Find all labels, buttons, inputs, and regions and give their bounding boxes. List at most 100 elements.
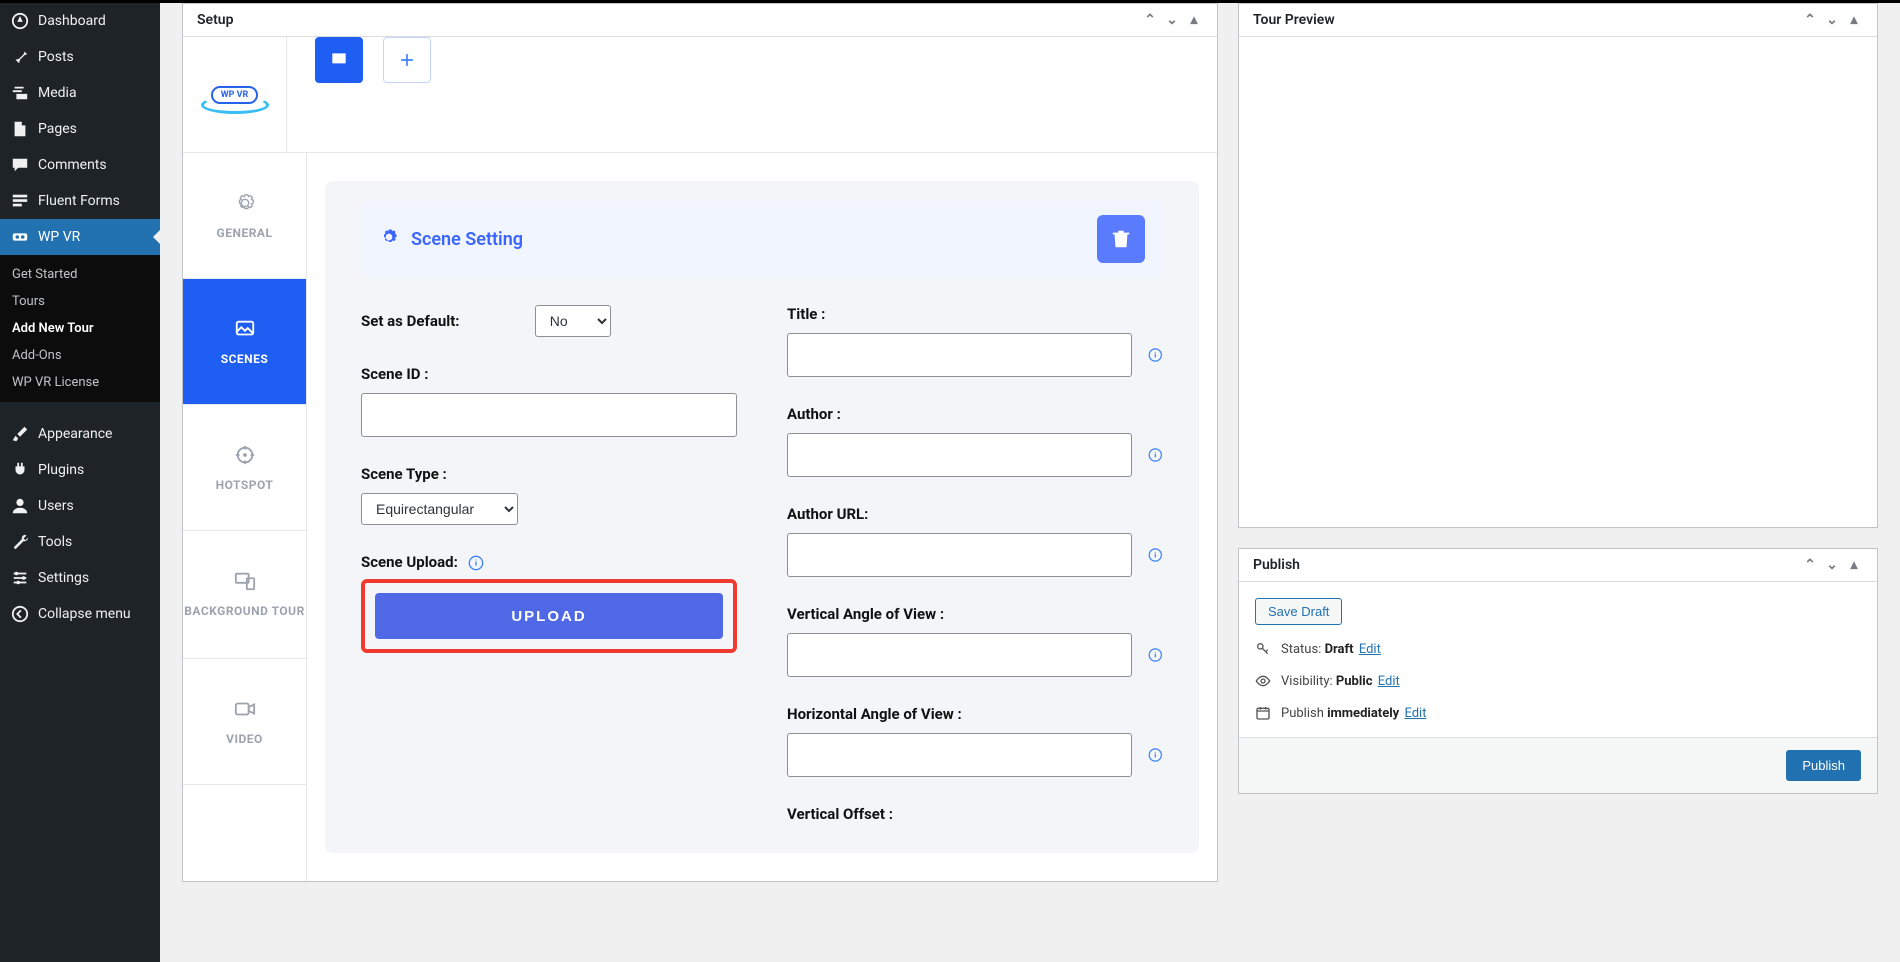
info-icon[interactable]: [468, 555, 484, 571]
form-icon: [10, 191, 30, 211]
publish-button[interactable]: Publish: [1786, 750, 1861, 781]
submenu-license[interactable]: WP VR License: [0, 369, 160, 396]
author-url-input[interactable]: [787, 533, 1132, 577]
tour-preview-title: Tour Preview: [1253, 12, 1335, 28]
sidebar-item-tools[interactable]: Tools: [0, 524, 160, 560]
admin-sidebar: Dashboard Posts Media Pages Comments Flu…: [0, 3, 160, 962]
delete-scene-button[interactable]: [1097, 215, 1145, 263]
sidebar-item-wpvr[interactable]: WP VR: [0, 219, 160, 255]
sidebar-item-collapse[interactable]: Collapse menu: [0, 596, 160, 632]
plug-icon: [10, 460, 30, 480]
title-input[interactable]: [787, 333, 1132, 377]
submenu-tours[interactable]: Tours: [0, 288, 160, 315]
sidebar-item-label: Dashboard: [38, 13, 106, 29]
panel-toggle-icon[interactable]: ▴: [1845, 557, 1863, 573]
vangle-label: Vertical Angle of View :: [787, 605, 1163, 623]
panel-up-icon[interactable]: ⌃: [1801, 12, 1819, 28]
panel-down-icon[interactable]: ⌄: [1163, 12, 1181, 28]
scene-type-select[interactable]: Equirectangular: [361, 493, 518, 525]
sidebar-item-label: Media: [38, 85, 77, 101]
scene-id-label: Scene ID :: [361, 365, 737, 383]
status-label: Status:: [1281, 642, 1321, 657]
vangle-input[interactable]: [787, 633, 1132, 677]
strip-label: BACKGROUND TOUR: [184, 604, 305, 620]
scene-type-label: Scene Type :: [361, 465, 737, 483]
hangle-input[interactable]: [787, 733, 1132, 777]
info-icon[interactable]: [1148, 447, 1163, 463]
pin-icon: [10, 47, 30, 67]
submenu-addons[interactable]: Add-Ons: [0, 342, 160, 369]
tour-preview-body: [1239, 37, 1877, 527]
default-label: Set as Default:: [361, 312, 460, 330]
edit-status-link[interactable]: Edit: [1359, 642, 1381, 657]
hangle-label: Horizontal Angle of View :: [787, 705, 1163, 723]
info-icon[interactable]: [1148, 747, 1163, 763]
scene-tab-button[interactable]: [315, 37, 363, 83]
panel-down-icon[interactable]: ⌄: [1823, 557, 1841, 573]
author-input[interactable]: [787, 433, 1132, 477]
gear-icon: [379, 227, 399, 252]
sidebar-item-users[interactable]: Users: [0, 488, 160, 524]
key-icon: [1255, 641, 1271, 657]
edit-visibility-link[interactable]: Edit: [1378, 674, 1400, 689]
submenu-get-started[interactable]: Get Started: [0, 261, 160, 288]
title-label: Title :: [787, 305, 1163, 323]
info-icon[interactable]: [1148, 647, 1163, 663]
devices-icon: [234, 570, 256, 592]
wpvr-submenu: Get Started Tours Add New Tour Add-Ons W…: [0, 255, 160, 402]
save-draft-button[interactable]: Save Draft: [1255, 598, 1342, 625]
scene-id-input[interactable]: [361, 393, 737, 437]
set-default-select[interactable]: No: [535, 305, 611, 337]
schedule-label: Publish: [1281, 706, 1324, 721]
strip-video[interactable]: VIDEO: [183, 659, 306, 785]
collapse-icon: [10, 604, 30, 624]
sliders-icon: [10, 568, 30, 588]
setup-title: Setup: [197, 12, 233, 28]
sidebar-item-label: Users: [38, 498, 74, 514]
voffset-label: Vertical Offset :: [787, 805, 1163, 823]
sidebar-item-dashboard[interactable]: Dashboard: [0, 3, 160, 39]
section-title-text: Scene Setting: [411, 229, 523, 250]
strip-label: GENERAL: [217, 226, 273, 240]
target-icon: [234, 444, 256, 466]
sidebar-item-appearance[interactable]: Appearance: [0, 416, 160, 452]
panel-toggle-icon[interactable]: ▴: [1845, 12, 1863, 28]
author-label: Author :: [787, 405, 1163, 423]
setup-panel: Setup ⌃ ⌄ ▴ WP VR: [182, 3, 1218, 882]
panel-up-icon[interactable]: ⌃: [1141, 12, 1159, 28]
publish-title: Publish: [1253, 557, 1300, 573]
scene-upload-label: Scene Upload:: [361, 553, 458, 571]
sidebar-item-settings[interactable]: Settings: [0, 560, 160, 596]
info-icon[interactable]: [1148, 547, 1163, 563]
submenu-add-new-tour[interactable]: Add New Tour: [0, 315, 160, 342]
panel-toggle-icon[interactable]: ▴: [1185, 12, 1203, 28]
upload-button[interactable]: UPLOAD: [375, 593, 723, 639]
strip-hotspot[interactable]: HOTSPOT: [183, 405, 306, 531]
strip-background-tour[interactable]: BACKGROUND TOUR: [183, 531, 306, 659]
visibility-label: Visibility:: [1281, 674, 1333, 689]
info-icon[interactable]: [1148, 347, 1163, 363]
sidebar-item-comments[interactable]: Comments: [0, 147, 160, 183]
sidebar-item-label: Posts: [38, 49, 74, 65]
panel-down-icon[interactable]: ⌄: [1823, 12, 1841, 28]
panel-up-icon[interactable]: ⌃: [1801, 557, 1819, 573]
strip-general[interactable]: GENERAL: [183, 153, 306, 279]
strip-scenes[interactable]: SCENES: [183, 279, 306, 405]
sidebar-item-media[interactable]: Media: [0, 75, 160, 111]
calendar-icon: [1255, 705, 1271, 721]
sidebar-item-pages[interactable]: Pages: [0, 111, 160, 147]
sidebar-item-plugins[interactable]: Plugins: [0, 452, 160, 488]
add-tab-button[interactable]: [383, 37, 431, 83]
publish-panel: Publish ⌃ ⌄ ▴ Save Draft Status: Draft E…: [1238, 548, 1878, 794]
sidebar-item-label: WP VR: [38, 229, 80, 245]
schedule-value: immediately: [1327, 706, 1399, 721]
logo-text: WP VR: [211, 86, 259, 104]
edit-schedule-link[interactable]: Edit: [1404, 706, 1426, 721]
sidebar-item-label: Appearance: [38, 426, 112, 442]
sidebar-item-posts[interactable]: Posts: [0, 39, 160, 75]
media-icon: [10, 83, 30, 103]
sidebar-item-fluentforms[interactable]: Fluent Forms: [0, 183, 160, 219]
sidebar-item-label: Settings: [38, 570, 89, 586]
sidebar-item-label: Comments: [38, 157, 107, 173]
comment-icon: [10, 155, 30, 175]
